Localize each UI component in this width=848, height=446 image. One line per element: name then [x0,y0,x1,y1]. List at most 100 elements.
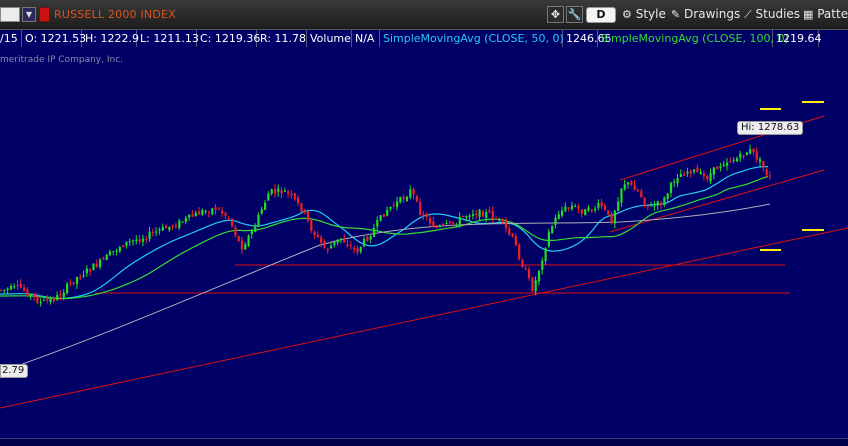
candle-body [257,214,260,226]
candle-body [379,215,382,221]
candle-body [557,214,560,219]
candle-body [49,298,52,303]
candle-body [504,219,508,229]
candle-body [640,191,643,198]
candle-body [732,159,735,161]
candle-body [188,214,191,218]
candle-body [280,189,283,194]
candle-body [597,203,600,208]
candle-body [676,178,679,184]
style-icon: ⚙ [622,8,632,21]
candle-body [429,218,432,224]
studies-button[interactable]: ⟋ Studies [744,6,800,24]
patterns-button[interactable]: ▦ Patte [803,6,848,24]
candle-body [125,241,128,246]
candle-body [16,284,19,286]
candle-body [594,208,597,211]
candle-body [749,149,752,154]
candle-body [79,276,82,278]
candle-body [369,236,372,240]
candle-body [33,293,36,297]
candle-body [118,246,121,252]
candle-body [521,259,524,268]
candle-body [448,221,451,223]
candle-body [115,250,118,252]
drawings-button[interactable]: ✎ Drawings [671,6,740,24]
candle-body [498,218,501,220]
candle-body [19,283,22,288]
candle-body [56,295,59,301]
candle-body [273,188,277,194]
candle-body [712,167,715,175]
wrench-icon[interactable]: 🔧 [566,6,583,23]
candle-body [85,268,88,274]
symbol-description: RUSSELL 2000 INDEX [54,8,176,21]
drawings-icon: ✎ [671,8,681,21]
candle-body [693,169,696,172]
candle-body [660,202,663,206]
candle-body [204,210,207,212]
candle-body [267,193,270,201]
candle-body [326,248,329,250]
candle-body [3,289,6,291]
style-button[interactable]: ⚙ Style [622,6,666,24]
chevron-down-icon: ▼ [25,10,33,19]
candle-body [445,223,448,225]
candle-body [62,292,65,298]
candle-body [135,239,138,241]
candle-body [617,201,620,211]
candle-body [323,241,326,248]
candle-body [547,231,550,247]
candle-body [244,244,247,250]
candle-body [287,191,290,194]
candle-body [92,263,95,271]
symbol-link-flag[interactable] [39,7,50,22]
period-button[interactable]: D [586,7,616,23]
candle-body [191,214,194,217]
candle-body [359,246,362,252]
candle-body [231,218,234,226]
candle-body [264,202,267,210]
candle-body [432,221,435,228]
candle-body [211,208,214,215]
candle-body [600,202,603,207]
candle-body [148,231,151,240]
candle-body [435,227,438,229]
style-label: Style [635,7,666,21]
candle-body [570,205,574,210]
candle-body [353,247,356,250]
candle-body [455,224,458,226]
crosshair-icon[interactable]: ✥ [547,6,564,23]
candle-body [518,244,521,259]
candle-body [254,225,257,233]
candle-body [165,225,168,229]
candle-body [702,173,706,176]
candle-body [151,232,154,234]
candle-body [247,235,250,246]
info-sma50-value: 1246.65 [563,30,612,47]
candle-body [669,182,673,193]
candle-body [686,171,689,174]
candle-body [735,158,739,162]
symbol-dropdown-button[interactable]: ▼ [22,7,36,22]
candle-body [356,248,359,253]
candle-body [306,211,310,221]
info-high: H: 1222.9 [82,30,139,47]
symbol-input[interactable] [0,7,20,22]
candle-body [310,219,313,231]
candle-body [603,205,607,210]
candle-body [9,286,13,290]
candle-body [752,148,755,153]
candle-body [590,209,593,212]
price-chart[interactable] [0,48,848,438]
candle-body [138,239,141,242]
candle-body [726,162,729,166]
candle-body [392,205,395,207]
candle-body [178,220,181,229]
candle-body [673,181,676,183]
candle-body [412,188,415,195]
candle-body [643,197,646,205]
patterns-label: Patte [817,7,848,21]
candle-body [346,244,349,247]
candle-body [174,225,178,227]
